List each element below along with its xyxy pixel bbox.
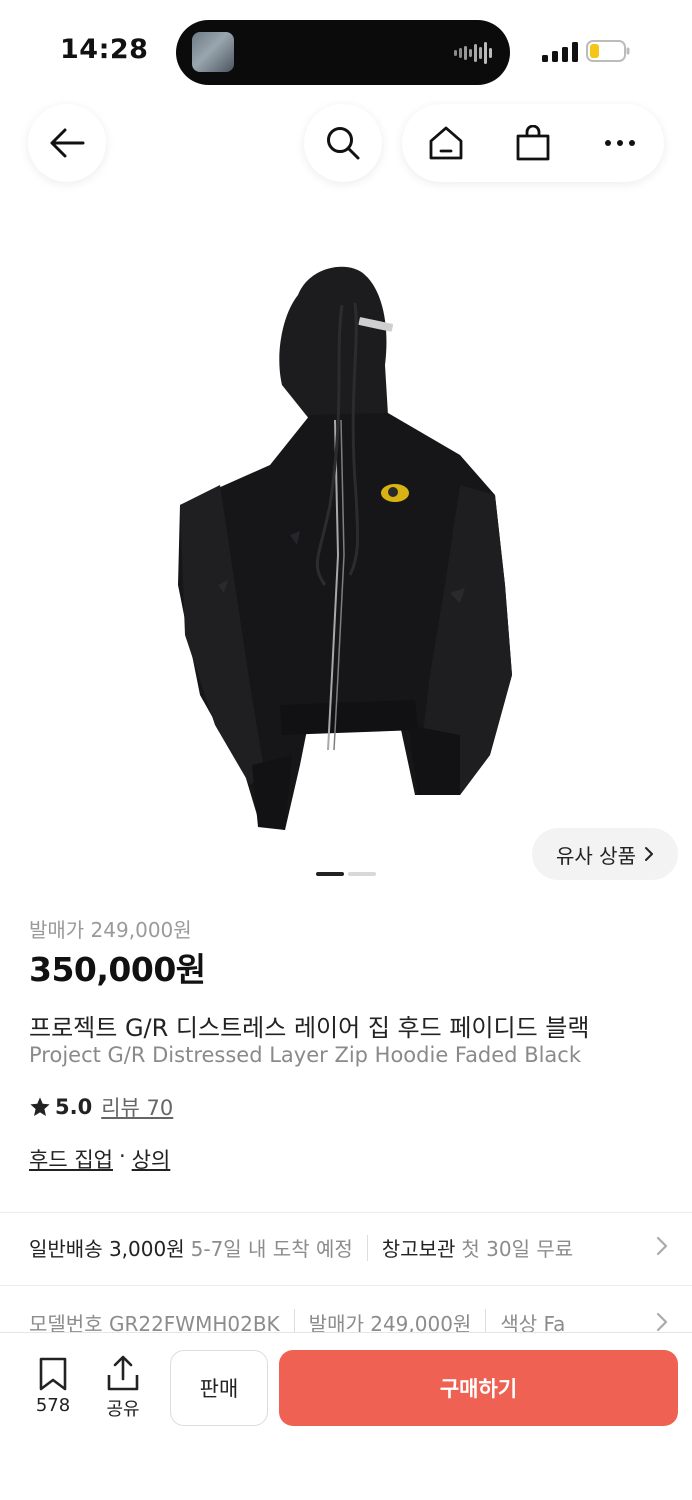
current-price: 350,000원: [29, 950, 206, 989]
shipping-eta: 5-7일 내 도착 예정: [190, 1237, 353, 1261]
bookmark-count: 578: [35, 1395, 71, 1416]
nav-action-group: [402, 104, 664, 182]
release-price: 발매가 249,000원: [29, 918, 192, 942]
section-divider: [0, 1285, 692, 1286]
chevron-right-icon: [656, 1236, 668, 1256]
more-horizontal-icon: [605, 140, 636, 146]
vertical-divider: [366, 1234, 368, 1261]
category-link-hood-zipup[interactable]: 후드 집업: [29, 1144, 113, 1174]
shipping-standard-label: 일반배송 3,000원: [29, 1237, 185, 1261]
bottom-action-bar: 578 공유 판매 구매하기: [0, 1332, 692, 1500]
share-icon: [107, 1355, 139, 1391]
product-image[interactable]: [160, 255, 530, 835]
category-breadcrumb: 후드 집업 · 상의: [29, 1144, 170, 1174]
audio-waveform-icon: [454, 42, 492, 64]
status-time: 14:28: [60, 34, 149, 65]
star-icon: [30, 1097, 50, 1116]
category-separator: ·: [118, 1144, 126, 1168]
home-icon: [429, 126, 463, 160]
storage-note: 첫 30일 무료: [461, 1237, 574, 1261]
shopping-bag-icon: [516, 125, 550, 161]
product-name-english: Project G/R Distressed Layer Zip Hoodie …: [29, 1043, 582, 1067]
shipping-row[interactable]: 일반배송 3,000원 5-7일 내 도착 예정 창고보관 첫 30일 무료: [29, 1233, 669, 1262]
gallery-indicator[interactable]: [348, 872, 376, 876]
back-button[interactable]: [28, 104, 106, 182]
search-icon: [327, 127, 360, 160]
status-bar: 14:28: [0, 0, 692, 100]
storage-label: 창고보관: [381, 1237, 456, 1261]
bookmark-icon: [39, 1357, 67, 1391]
bookmark-button[interactable]: 578: [28, 1357, 78, 1416]
battery-low-icon: [586, 40, 630, 62]
buy-button[interactable]: 구매하기: [279, 1350, 678, 1426]
rating-score: 5.0: [55, 1095, 93, 1119]
reviews-link[interactable]: 리뷰 70: [101, 1092, 173, 1122]
home-button[interactable]: [416, 113, 476, 173]
share-label: 공유: [106, 1399, 140, 1420]
search-button[interactable]: [304, 104, 382, 182]
rating-row: 5.0 리뷰 70: [29, 1092, 173, 1122]
share-button[interactable]: 공유: [98, 1355, 148, 1421]
sell-button[interactable]: 판매: [170, 1350, 268, 1426]
cellular-signal-icon: [542, 42, 578, 62]
chevron-right-icon: [656, 1312, 668, 1332]
product-name-korean: 프로젝트 G/R 디스트레스 레이어 집 후드 페이디드 블랙: [29, 1014, 590, 1042]
similar-products-label: 유사 상품: [556, 843, 636, 868]
now-playing-thumbnail: [192, 32, 234, 72]
dynamic-island: [176, 20, 510, 85]
more-button[interactable]: [590, 113, 650, 173]
chevron-right-icon: [644, 847, 653, 861]
gallery-indicator-active: [316, 872, 344, 876]
section-divider: [0, 1212, 692, 1213]
arrow-left-icon: [50, 128, 85, 158]
category-link-tops[interactable]: 상의: [132, 1144, 171, 1174]
similar-products-button[interactable]: 유사 상품: [532, 828, 678, 880]
cart-button[interactable]: [503, 113, 563, 173]
